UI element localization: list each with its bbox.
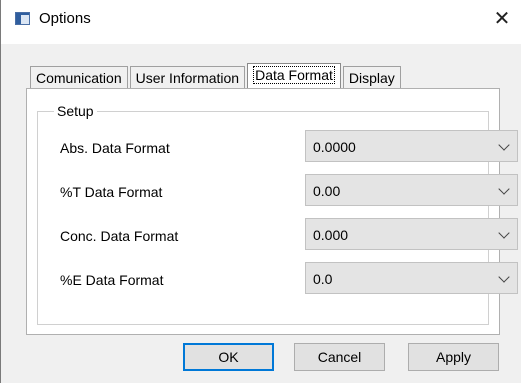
abs-format-select[interactable]: 0.0000 <box>305 130 518 162</box>
tab-user-information[interactable]: User Information <box>129 66 246 88</box>
ok-button[interactable]: OK <box>183 343 274 371</box>
cancel-button[interactable]: Cancel <box>294 343 385 371</box>
e-format-label: %E Data Format <box>60 272 164 288</box>
conc-format-label: Conc. Data Format <box>60 228 179 244</box>
apply-button[interactable]: Apply <box>408 343 499 371</box>
close-icon[interactable]: ✕ <box>487 6 517 32</box>
e-format-value: 0.0 <box>313 271 333 287</box>
options-dialog: Options ✕ Comunication User Information … <box>0 0 521 383</box>
t-format-value: 0.00 <box>313 183 341 199</box>
abs-format-label: Abs. Data Format <box>60 140 170 156</box>
title-bar: Options ✕ <box>1 0 521 44</box>
tab-data-format[interactable]: Data Format <box>247 63 341 88</box>
chevron-down-icon <box>498 227 510 239</box>
tab-strip: Comunication User Information Data Forma… <box>30 63 403 88</box>
abs-format-value: 0.0000 <box>313 139 356 155</box>
window-title: Options <box>39 10 91 27</box>
app-icon <box>15 12 30 25</box>
setup-group: Setup Abs. Data Format 0.0000 %T Data Fo… <box>37 103 518 325</box>
t-format-select[interactable]: 0.00 <box>305 174 518 206</box>
tab-comunication[interactable]: Comunication <box>30 66 128 88</box>
chevron-down-icon <box>498 139 510 151</box>
conc-format-select[interactable]: 0.000 <box>305 218 518 250</box>
tab-panel: Setup Abs. Data Format 0.0000 %T Data Fo… <box>26 88 518 335</box>
tab-data-format-label: Data Format <box>253 66 335 84</box>
chevron-down-icon <box>498 183 510 195</box>
conc-format-value: 0.000 <box>313 227 349 243</box>
setup-group-label: Setup <box>54 103 97 119</box>
e-format-select[interactable]: 0.0 <box>305 262 518 294</box>
dialog-body: Comunication User Information Data Forma… <box>2 44 521 383</box>
tab-display[interactable]: Display <box>342 66 401 88</box>
chevron-down-icon <box>498 271 510 283</box>
t-format-label: %T Data Format <box>60 184 163 200</box>
